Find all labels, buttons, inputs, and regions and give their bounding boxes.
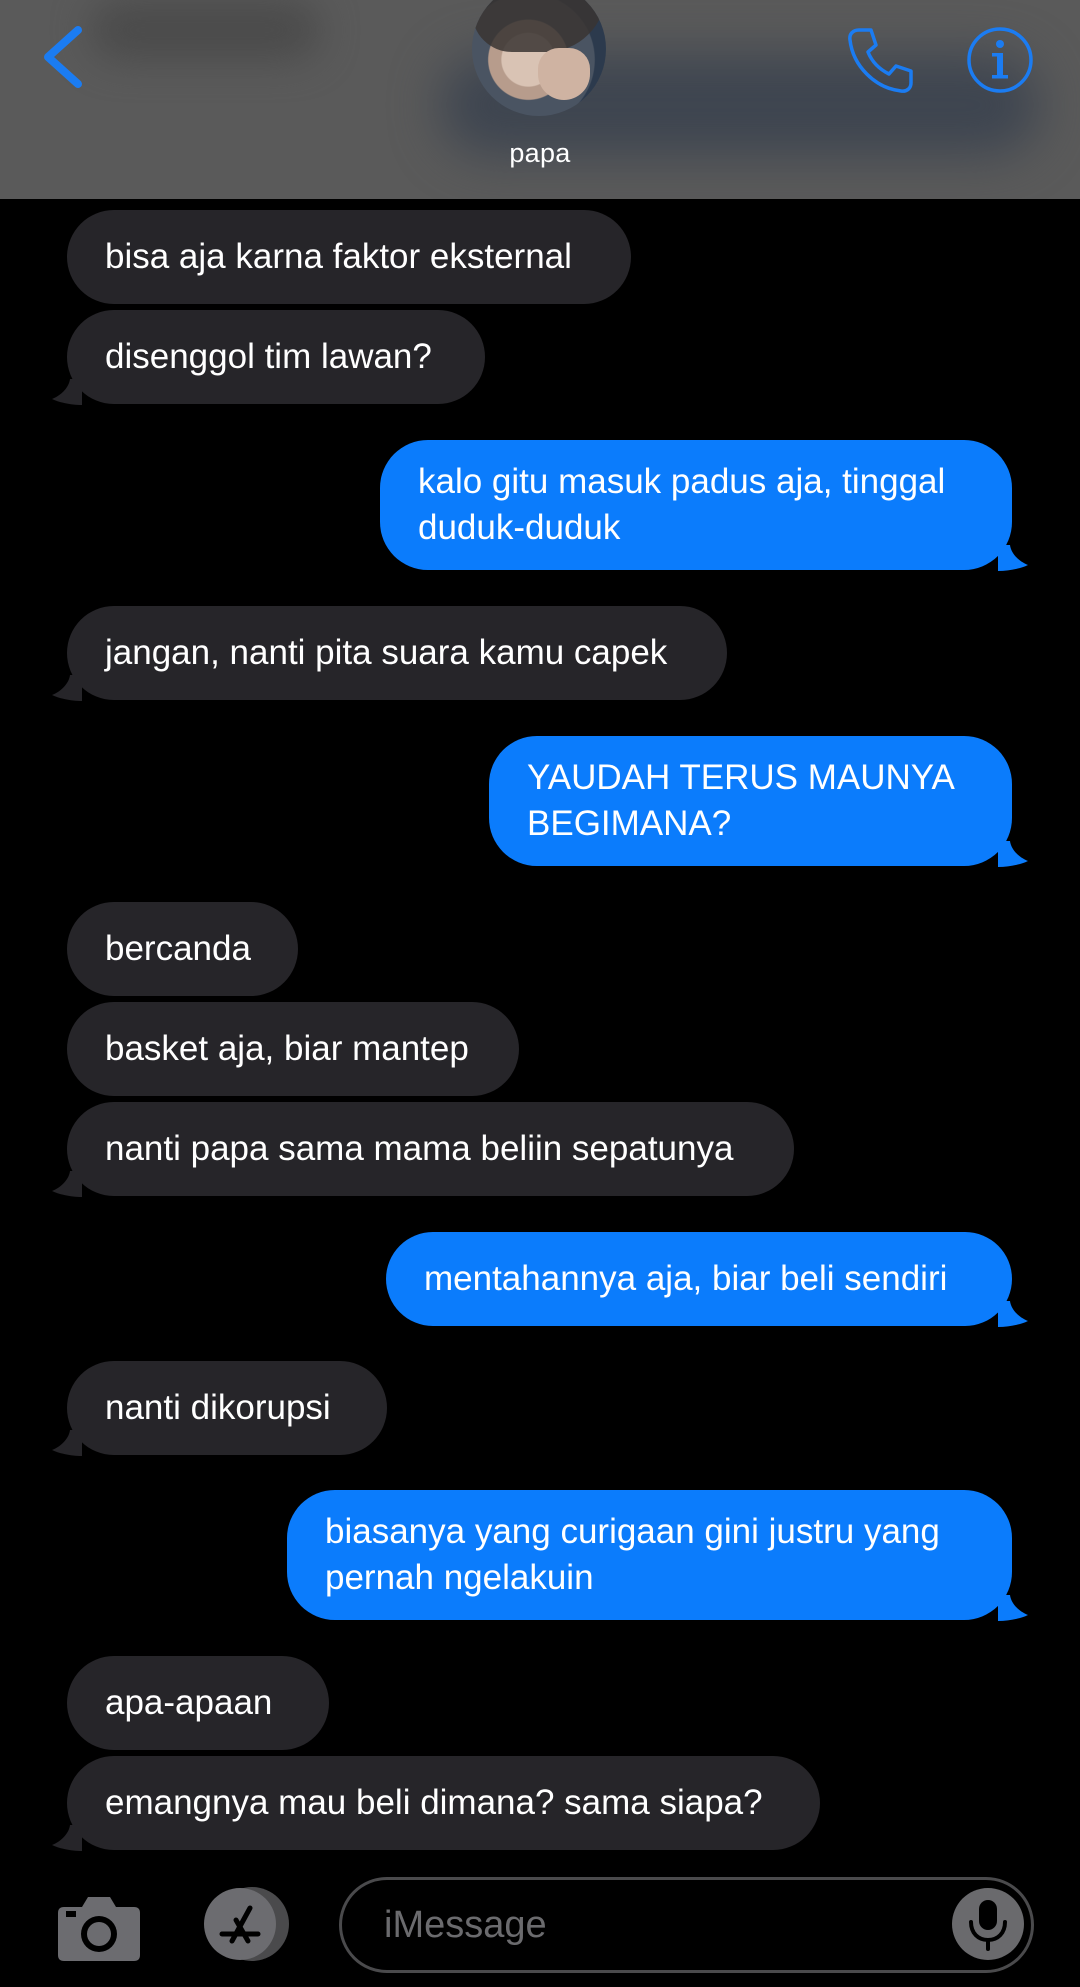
message-text: emangnya mau beli dimana? sama siapa? [105,1783,763,1822]
bubble-tail [998,841,1028,867]
message-bubble-outgoing[interactable]: kalo gitu masuk padus aja, tinggal duduk… [380,440,1012,570]
message-bubble-outgoing[interactable]: mentahannya aja, biar beli sendiri [386,1232,1012,1326]
camera-button[interactable] [56,1891,142,1963]
bubble-tail [52,675,82,701]
message-bubble-outgoing[interactable]: biasanya yang curigaan gini justru yang … [287,1490,1012,1620]
message-text: bisa aja karna faktor eksternal [105,237,572,276]
message-bubble-incoming[interactable]: basket aja, biar mantep [67,1002,519,1096]
back-button[interactable] [38,24,90,90]
contact-name[interactable]: papa [0,138,1080,169]
message-bubble-incoming[interactable]: jangan, nanti pita suara kamu capek [67,606,727,700]
bubble-tail [52,379,82,405]
bubble-tail [52,1825,82,1851]
conversation-header: papa [0,0,1080,199]
message-bubble-incoming[interactable]: bisa aja karna faktor eksternal [67,210,631,304]
bubble-tail [52,1171,82,1197]
message-bubble-outgoing[interactable]: YAUDAH TERUS MAUNYA BEGIMANA? [489,736,1012,866]
bubble-tail [998,1301,1028,1327]
message-thread[interactable]: bisa aja karna faktor eksternal disenggo… [0,199,1080,1859]
message-input-placeholder: iMessage [384,1903,547,1946]
message-bubble-incoming[interactable]: emangnya mau beli dimana? sama siapa? [67,1756,820,1850]
message-text: nanti dikorupsi [105,1388,331,1427]
message-text: apa-apaan [105,1683,273,1722]
bubble-tail [52,1430,82,1456]
message-text: nanti papa sama mama beliin sepatunya [105,1129,734,1168]
bubble-tail [998,545,1028,571]
app-store-icon [204,1887,289,1961]
message-text: disenggol tim lawan? [105,337,432,376]
message-text: jangan, nanti pita suara kamu capek [105,633,668,672]
message-input[interactable]: iMessage [339,1877,1034,1973]
chevron-left-icon [44,26,82,88]
message-bubble-incoming[interactable]: disenggol tim lawan? [67,310,485,404]
camera-icon [58,1897,140,1961]
microphone-button[interactable] [952,1888,1024,1960]
call-button[interactable] [845,24,915,96]
microphone-icon [969,1900,1007,1951]
apps-button[interactable] [196,1886,296,1962]
composer-bar: iMessage [0,1859,1080,1987]
bubble-tail [998,1595,1028,1621]
message-text: YAUDAH TERUS MAUNYA BEGIMANA? [527,758,955,843]
info-icon [967,27,1033,93]
phone-icon [848,28,913,93]
message-bubble-incoming[interactable]: nanti papa sama mama beliin sepatunya [67,1102,794,1196]
message-bubble-incoming[interactable]: nanti dikorupsi [67,1361,387,1455]
message-text: basket aja, biar mantep [105,1029,469,1068]
message-bubble-incoming[interactable]: apa-apaan [67,1656,329,1750]
message-text: biasanya yang curigaan gini justru yang … [325,1512,940,1597]
message-text: kalo gitu masuk padus aja, tinggal duduk… [418,462,946,547]
message-text: bercanda [105,929,251,968]
info-button[interactable] [965,25,1035,95]
message-bubble-incoming[interactable]: bercanda [67,902,298,996]
message-text: mentahannya aja, biar beli sendiri [424,1259,948,1298]
